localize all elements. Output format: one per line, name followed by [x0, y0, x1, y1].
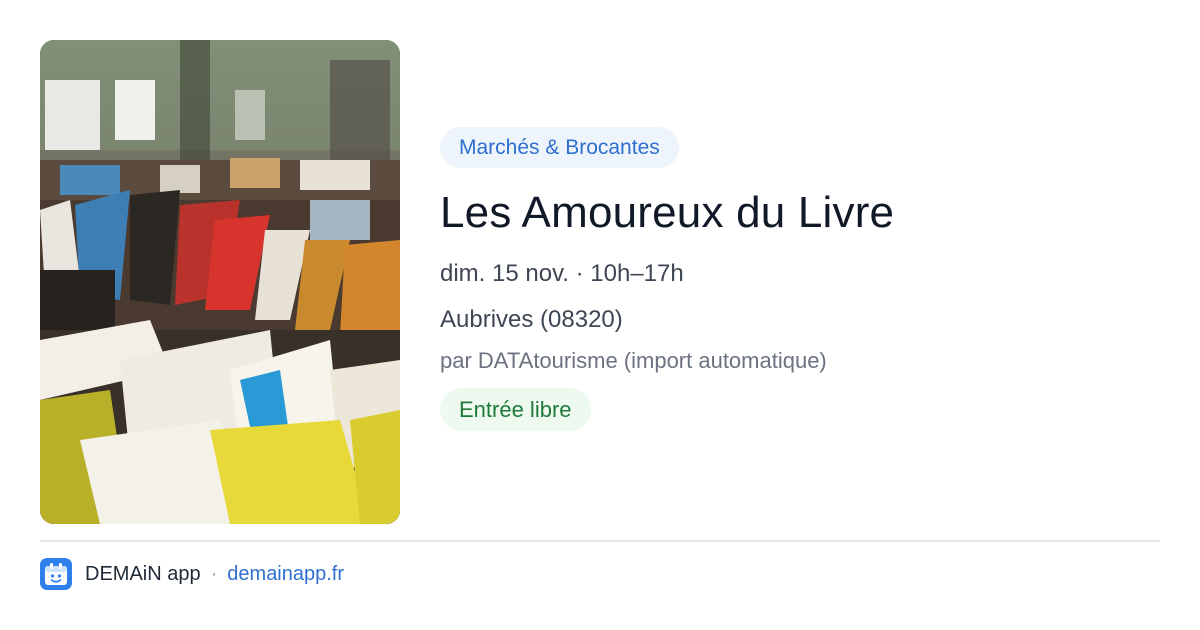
app-website-link[interactable]: demainapp.fr	[227, 563, 344, 586]
footer-divider	[40, 540, 1160, 542]
event-title: Les Amoureux du Livre	[440, 188, 895, 237]
books-market-photo	[40, 40, 400, 524]
footer: DEMAiN app · demainapp.fr	[40, 558, 344, 590]
event-info: Marchés & Brocantes Les Amoureux du Livr…	[440, 127, 1160, 431]
footer-separator: ·	[210, 562, 218, 585]
app-name: DEMAiN app	[85, 562, 201, 585]
demain-app-logo-icon	[40, 558, 72, 590]
event-source: par DATAtourisme (import automatique)	[440, 348, 827, 373]
price-badge: Entrée libre	[440, 388, 591, 431]
event-datetime: dim. 15 nov. · 10h–17h	[440, 260, 684, 287]
event-card: Marchés & Brocantes Les Amoureux du Livr…	[0, 0, 1200, 630]
category-badge[interactable]: Marchés & Brocantes	[440, 127, 679, 168]
event-photo	[40, 40, 400, 524]
event-location: Aubrives (08320)	[440, 306, 623, 333]
